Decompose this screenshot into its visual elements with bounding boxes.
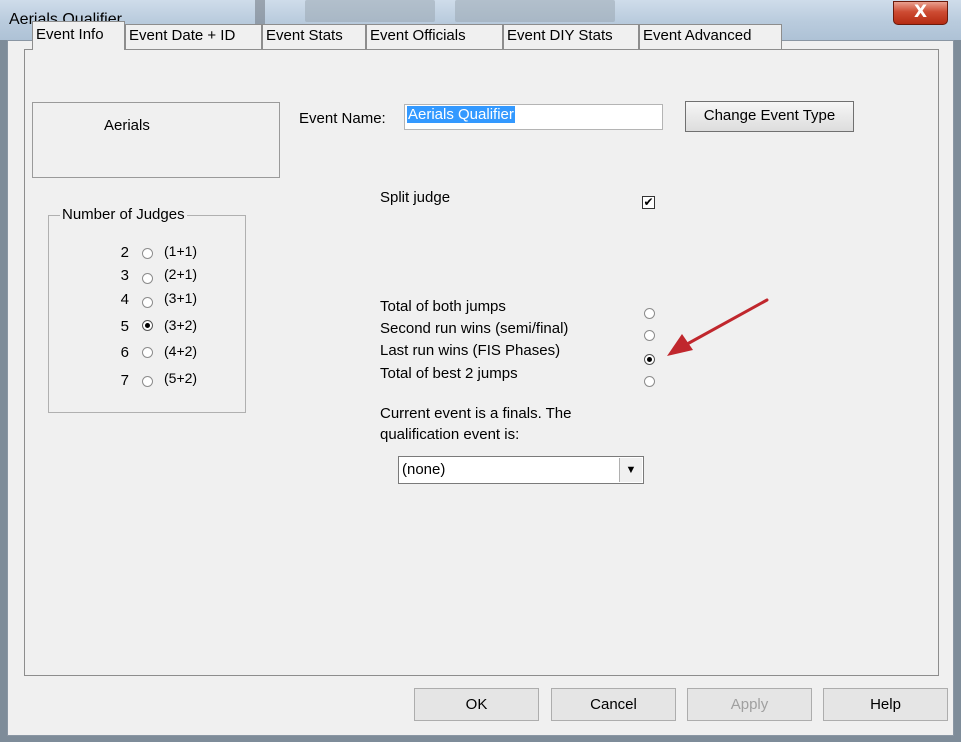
event-name-label: Event Name:: [299, 110, 386, 127]
tab-event-advanced[interactable]: Event Advanced: [639, 24, 782, 49]
chevron-down-icon[interactable]: ▼: [619, 458, 642, 482]
scoring-radio-best-two[interactable]: [644, 376, 655, 387]
judge-ratio: (3+2): [164, 317, 198, 333]
tab-label: Event Stats: [266, 27, 343, 44]
tab-event-date-id[interactable]: Event Date + ID: [125, 24, 262, 49]
tab-event-info[interactable]: Event Info: [32, 21, 125, 50]
check-icon: ✔: [643, 195, 654, 209]
judges-radio-3[interactable]: [142, 273, 153, 284]
change-event-type-button[interactable]: Change Event Type: [685, 101, 854, 132]
tab-event-stats[interactable]: Event Stats: [262, 24, 366, 49]
judge-count-7: 7: [120, 372, 129, 389]
number-of-judges-legend: Number of Judges: [60, 206, 187, 223]
tab-label: Event Date + ID: [129, 27, 236, 44]
help-button[interactable]: Help: [823, 688, 948, 721]
judges-radio-4[interactable]: [142, 297, 153, 308]
judge-count-6: 6: [120, 344, 129, 361]
scoring-radio-second-run[interactable]: [644, 330, 655, 341]
judges-radio-6[interactable]: [142, 347, 153, 358]
background-window-blur: [305, 0, 435, 22]
tab-label: Event DIY Stats: [507, 27, 613, 44]
event-type-label: Aerials: [104, 117, 150, 134]
scoring-option-label: Total of both jumps: [380, 298, 506, 315]
event-type-box: [32, 102, 280, 178]
qualification-text-line2: qualification event is:: [380, 426, 520, 443]
scoring-option-label: Last run wins (FIS Phases): [380, 342, 561, 359]
judge-count-2: 2: [120, 244, 129, 261]
judge-ratio: (4+2): [164, 343, 198, 359]
event-name-input[interactable]: Aerials Qualifier: [404, 104, 663, 130]
background-window-blur: [455, 0, 615, 22]
judges-radio-7[interactable]: [142, 376, 153, 387]
judges-radio-2[interactable]: [142, 248, 153, 259]
split-judge-label: Split judge: [380, 189, 451, 206]
annotation-arrow-shaft: [687, 298, 769, 345]
judge-count-5: 5: [120, 318, 129, 335]
scoring-option-label: Total of best 2 jumps: [380, 365, 518, 382]
ok-button[interactable]: OK: [414, 688, 539, 721]
judges-radio-5[interactable]: [142, 320, 153, 331]
tab-event-diy-stats[interactable]: Event DIY Stats: [503, 24, 639, 49]
scoring-radio-last-run[interactable]: [644, 354, 655, 365]
annotation-arrow-head: [667, 334, 693, 356]
judge-count-4: 4: [120, 291, 129, 308]
judge-ratio: (3+1): [164, 290, 198, 306]
annotation-arrow-icon: [667, 298, 769, 356]
scoring-radio-total-both[interactable]: [644, 308, 655, 319]
apply-button[interactable]: Apply: [687, 688, 812, 721]
split-judge-checkbox[interactable]: ✔: [642, 196, 655, 209]
qualification-event-value: (none): [402, 461, 446, 478]
tab-event-officials[interactable]: Event Officials: [366, 24, 503, 49]
qualification-event-select[interactable]: (none) ▼: [398, 456, 644, 484]
qualification-text-line1: Current event is a finals. The: [380, 405, 572, 422]
cancel-button[interactable]: Cancel: [551, 688, 676, 721]
tab-label: Event Officials: [370, 27, 466, 44]
scoring-option-label: Second run wins (semi/final): [380, 320, 569, 337]
judge-count-3: 3: [120, 267, 129, 284]
judge-ratio: (5+2): [164, 370, 198, 386]
tab-label: Event Info: [36, 26, 104, 43]
judge-ratio: (2+1): [164, 266, 198, 282]
tab-label: Event Advanced: [643, 27, 752, 44]
close-button[interactable]: X: [893, 1, 948, 25]
judge-ratio: (1+1): [164, 243, 198, 259]
close-icon: X: [913, 2, 928, 22]
event-name-value: Aerials Qualifier: [407, 106, 515, 123]
